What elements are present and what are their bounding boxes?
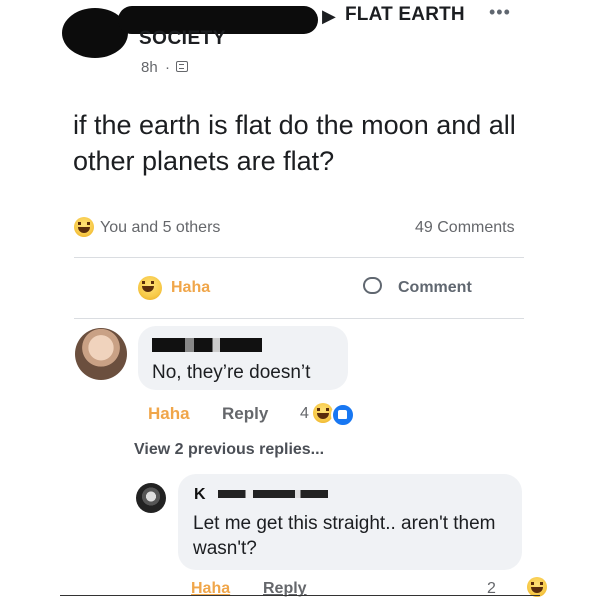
reply-avatar[interactable] xyxy=(136,483,166,513)
haha-reaction-button[interactable]: Haha xyxy=(171,279,210,297)
commenter-avatar[interactable] xyxy=(75,328,127,380)
comment-button[interactable]: Comment xyxy=(398,279,472,297)
reply-author-initial[interactable]: K xyxy=(194,486,207,504)
divider-bottom xyxy=(74,318,524,319)
more-options-icon[interactable]: ••• xyxy=(489,2,511,23)
reply-text: Let me get this straight.. aren't them w… xyxy=(193,513,496,559)
comment-reaction-count[interactable]: 4 xyxy=(300,405,309,423)
post-text: if the earth is flat do the moon and all… xyxy=(73,110,516,176)
like-thumb-icon xyxy=(331,403,355,427)
comment-bubble-icon[interactable] xyxy=(363,277,382,294)
author-name-suffix[interactable]: SOCIETY xyxy=(139,28,226,50)
separator-dot: · xyxy=(165,59,170,76)
globe-icon xyxy=(176,61,188,72)
group-name-link[interactable]: FLAT EARTH xyxy=(345,4,465,26)
redacted-commenter-name xyxy=(152,338,262,352)
comment-reply-button[interactable]: Reply xyxy=(222,404,268,424)
reaction-summary-icon[interactable] xyxy=(74,217,94,239)
reaction-summary-text[interactable]: You and 5 others xyxy=(100,219,220,237)
bottom-border xyxy=(60,595,540,596)
comment-haha-button[interactable]: Haha xyxy=(148,404,190,424)
comments-count-link[interactable]: 49 Comments xyxy=(415,219,515,237)
haha-emoji-icon xyxy=(138,276,162,300)
divider-top xyxy=(74,257,524,258)
haha-reaction-icon[interactable] xyxy=(138,276,162,300)
haha-emoji-icon xyxy=(527,577,548,597)
haha-emoji-icon xyxy=(74,217,94,237)
post-timestamp[interactable]: 8h xyxy=(141,59,158,76)
arrow-right-icon: ▶ xyxy=(322,6,336,26)
redacted-reply-author xyxy=(218,490,328,498)
view-previous-replies-link[interactable]: View 2 previous replies... xyxy=(134,441,324,459)
comment-text: No, they’re doesn’t xyxy=(152,362,311,383)
haha-emoji-icon xyxy=(313,403,333,423)
